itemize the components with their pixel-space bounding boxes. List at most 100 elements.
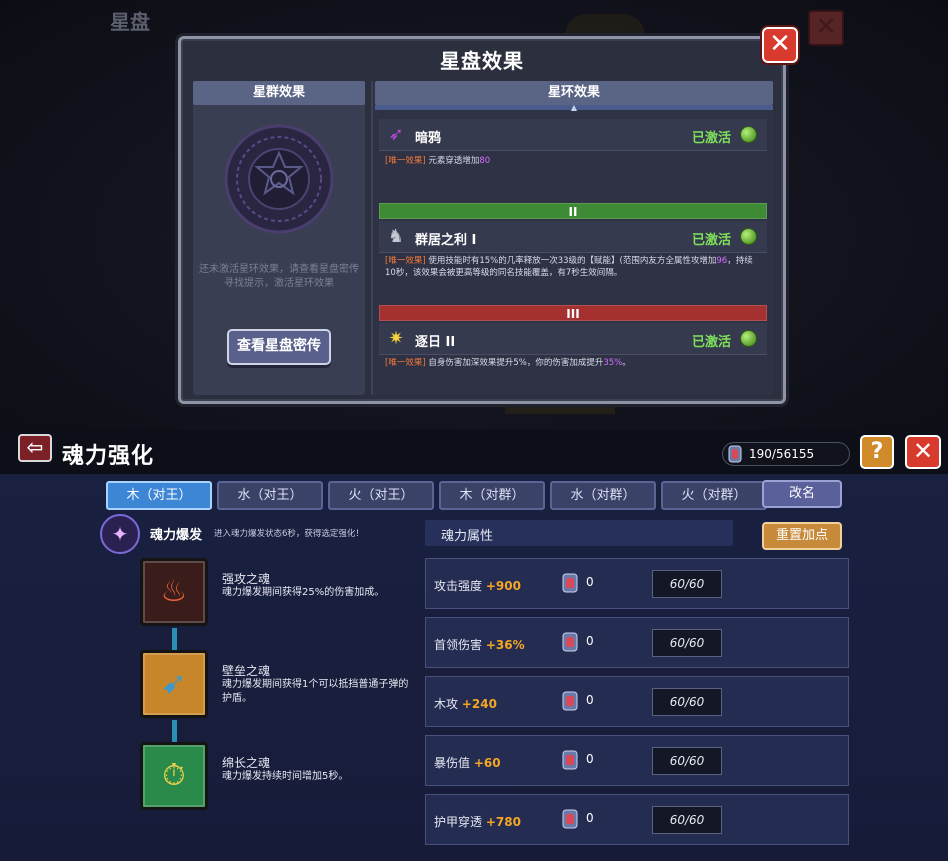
effect-state: 已激活 [691,233,731,248]
effect-state: 已激活 [691,335,731,350]
attribute-row: 暴伤值 +60 0 60/60 [425,735,849,786]
tab-water-group[interactable]: 水（对群） [550,481,656,510]
active-indicator [740,126,757,143]
constellation-hint: 还未激活星环效果，请查看星盘密传寻找提示，激活星环效果 [199,264,359,289]
star-ring-effects-pane: 星环效果 ▲ ➶ 暗鸦 已激活 [唯一效果] 元素穿透增加80 II ♞ 群居之… [371,81,773,395]
unique-effect-tag: [唯一效果] [385,358,426,368]
tab-wood-group[interactable]: 木（对群） [439,481,545,510]
star-ring-effects-header: 星环效果 [375,81,773,105]
dialog-close-button[interactable]: ✕ [762,27,798,63]
soul-gem-icon [562,632,578,652]
soul-burst-icon: ✦ [100,514,140,554]
tier-marker-top: ▲ [375,104,773,112]
header-bar: ⇦ 魂力强化 190/56155 ? ✕ [0,430,948,474]
points-allocated: 0 [586,693,594,707]
points-cap-field[interactable]: 60/60 [652,688,722,716]
soul-enhancement-screen: ⇦ 魂力强化 190/56155 ? ✕ 木（对王） 水（对王） 火（对王） 木… [0,430,948,861]
points-allocated: 0 [586,752,594,766]
effect-state: 已激活 [691,131,731,146]
soul-currency-display: 190/56155 [722,442,850,466]
attribute-name: 攻击强度 [434,579,483,593]
view-star-disk-secrets-button[interactable]: 查看星盘密传 [227,329,331,365]
attribute-row: 首领伤害 +36% 0 60/60 [425,617,849,668]
soul-burst-description: 进入魂力爆发状态6秒，获得选定强化！ [214,529,364,539]
tier-bar-3: III [379,305,767,321]
effect-row: ♞ 群居之利 I 已激活 [379,221,767,253]
active-indicator [740,228,757,245]
help-button[interactable]: ? [860,435,894,469]
effect-text-tail: 。 [622,358,631,368]
close-button[interactable]: ✕ [905,435,941,469]
attribute-bonus: +36% [485,638,525,652]
effect-text: 自身伤害加深效果提升5%，你的伤害加成提升 [428,358,604,368]
attribute-bonus: +780 [485,815,521,829]
soul-currency-value: 190/56155 [749,447,815,461]
attribute-bonus: +900 [485,579,521,593]
sun-icon: ✷ [388,328,404,349]
tier-bar-2: II [379,203,767,219]
unique-effect-tag: [唯一效果] [385,156,426,166]
soul-gem-icon [562,573,578,593]
attribute-bonus: +240 [461,697,497,711]
effect-highlight: 96 [716,256,728,266]
attribute-name: 暴伤值 [434,756,471,770]
attribute-row: 攻击强度 +900 0 60/60 [425,558,849,609]
tab-water-boss[interactable]: 水（对王） [217,481,323,510]
attribute-name: 首领伤害 [434,638,483,652]
page-title: 魂力强化 [62,444,155,469]
attribute-bonus: +60 [473,756,501,770]
points-cap-field[interactable]: 60/60 [652,747,722,775]
star-disk-effects-dialog: 星盘效果 ✕ 星群效果 还未激活星环效果，请查看星盘密传寻找提示，激活星环效果 … [178,27,798,404]
back-button[interactable]: ⇦ [18,434,52,462]
attribute-row: 护甲穿透 +780 0 60/60 [425,794,849,845]
soul-burst-row: ✦ 魂力爆发 进入魂力爆发状态6秒，获得选定强化！ [100,514,410,554]
points-cap-field[interactable]: 60/60 [652,570,722,598]
soul-name: 强攻之魂 [222,572,271,586]
attribute-label: 木攻 +240 [434,695,497,712]
clock-potion-icon[interactable]: ⏱ [140,742,208,810]
soul-attributes-title: 魂力属性 [441,529,494,544]
points-cap-field[interactable]: 60/60 [652,629,722,657]
soul-gem-icon [562,691,578,711]
soul-name: 绵长之魂 [222,756,271,770]
effect-row: ➶ 暗鸦 已激活 [379,119,767,151]
effect-highlight: 35% [603,358,623,368]
effect-description: [唯一效果] 使用技能时有15%的几率释放一次33级的【赋能】(范围内友方全属性… [385,255,761,279]
star-disk-screen: 星盘 ✕ 星盘效果 ✕ 星群效果 还未激活星环效果，请查看星盘密传寻找提示，激活… [0,0,948,430]
reset-points-button[interactable]: 重置加点 [762,522,842,550]
points-allocated: 0 [586,811,594,825]
soul-connector [172,628,177,650]
effect-row: ✷ 逐日 II 已激活 [379,323,767,355]
attribute-row: 木攻 +240 0 60/60 [425,676,849,727]
attribute-label: 护甲穿透 +780 [434,813,521,830]
soul-name: 壁垒之魂 [222,664,271,678]
points-allocated: 0 [586,575,594,589]
effect-description: [唯一效果] 自身伤害加深效果提升5%，你的伤害加成提升35%。 [385,357,761,369]
effect-name: 群居之利 I [415,233,477,248]
soul-list: ♨ 强攻之魂 魂力爆发期间获得25%的伤害加成。 ➹ 壁垒之魂 魂力爆发期间获得… [140,558,420,818]
effect-name: 暗鸦 [415,131,442,146]
raven-icon: ➶ [388,124,404,145]
effect-name: 逐日 II [415,335,456,350]
effect-description: [唯一效果] 元素穿透增加80 [385,155,761,167]
tab-fire-group[interactable]: 火（对群） [661,481,767,510]
rename-button[interactable]: 改名 [762,480,842,508]
attribute-name: 护甲穿透 [434,815,483,829]
constellation-effects-header: 星群效果 [193,81,365,105]
soul-gem-icon [562,809,578,829]
tab-wood-boss[interactable]: 木（对王） [106,481,212,510]
tab-fire-boss[interactable]: 火（对王） [328,481,434,510]
points-cap-field[interactable]: 60/60 [652,806,722,834]
soul-burst-name: 魂力爆发 [150,528,203,543]
soul-description: 魂力爆发期间获得1个可以抵挡普通子弹的护盾。 [222,679,409,704]
unique-effect-tag: [唯一效果] [385,256,426,266]
soul-attributes-header: 魂力属性 [425,520,733,546]
wolf-icon: ♞ [387,226,405,247]
effect-highlight: 80 [479,156,491,166]
points-allocated: 0 [586,634,594,648]
constellation-effects-pane: 星群效果 还未激活星环效果，请查看星盘密传寻找提示，激活星环效果 查看星盘密传 [193,81,365,395]
attribute-label: 暴伤值 +60 [434,754,501,771]
soul-connector [172,720,177,742]
fox-spirit-icon[interactable]: ♨ [140,558,208,626]
shield-bow-icon[interactable]: ➹ [140,650,208,718]
